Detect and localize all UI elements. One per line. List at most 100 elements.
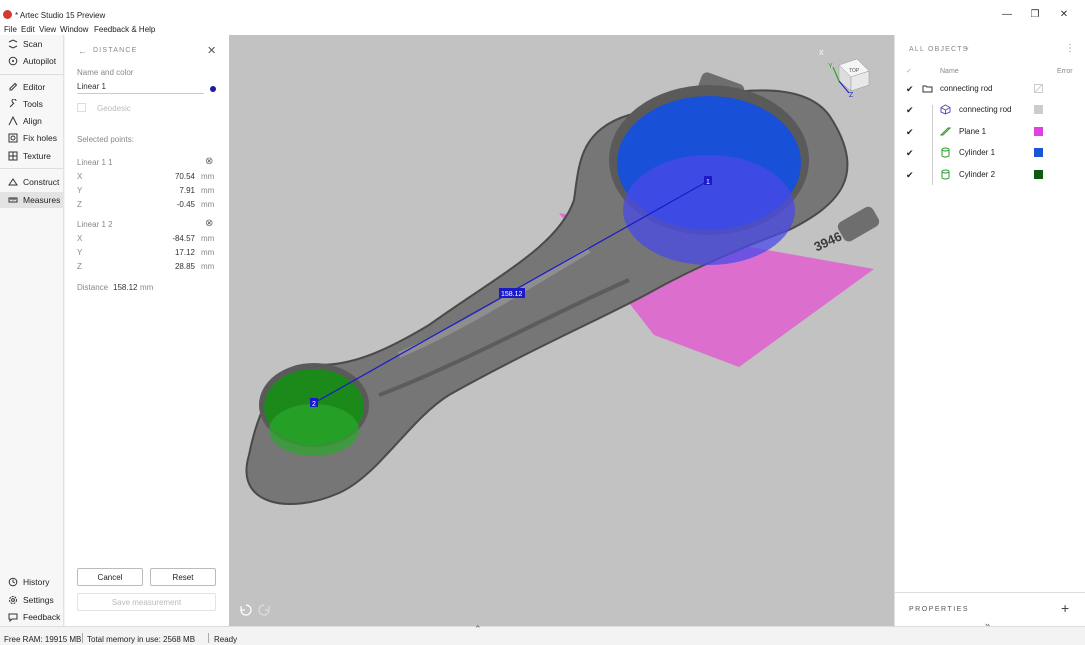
point-z-value: 28.85 [174,262,195,271]
all-objects-header[interactable]: ALL OBJECTS [909,46,969,53]
menu-edit[interactable]: Edit [21,25,35,34]
close-panel-icon[interactable]: ✕ [207,44,216,57]
cylinder-icon [941,147,950,158]
name-color-label: Name and color [77,68,134,77]
sidebar-divider [0,168,64,169]
y-axis-line [832,66,840,82]
selected-points-label: Selected points: [77,135,134,144]
back-arrow-icon[interactable]: ← [78,46,87,56]
sidebar-item-feedback[interactable]: Feedback [0,609,64,625]
chevron-down-icon[interactable]: ▾ [965,45,969,53]
visibility-check-icon[interactable]: ✔ [906,127,914,138]
part-number-text: 3946 [812,229,845,255]
undo-view-icon[interactable] [240,604,252,616]
more-options-icon[interactable]: ⋮ [1065,43,1075,54]
title-bar: * Artec Studio 15 Preview — ❐ ✕ [0,0,1085,24]
color-swatch[interactable] [1034,105,1043,114]
distance-panel: ← DISTANCE ✕ Name and color Linear 1 Geo… [65,35,229,626]
remove-point-icon[interactable]: ⊗ [205,218,213,229]
sidebar-item-construct[interactable]: Construct [0,174,64,190]
sidebar-item-autopilot[interactable]: Autopilot [0,53,64,69]
menu-view[interactable]: View [39,25,56,34]
redo-view-icon[interactable] [258,604,270,616]
sidebar-item-align[interactable]: Align [0,113,64,129]
view-cube[interactable]: TOP Y Z X [819,50,870,99]
sidebar-item-label: Measures [23,195,61,205]
sidebar-item-editor[interactable]: Editor [0,79,64,95]
cancel-button[interactable]: Cancel [77,568,143,586]
axis-label: Y [77,248,83,257]
scene-canvas: 3946 1 2 158.12 TOP Y Z X [240,50,880,616]
empty-color-swatch[interactable] [1034,84,1043,93]
sidebar-item-scan[interactable]: Scan [0,36,64,52]
reset-button[interactable]: Reset [150,568,216,586]
folder-icon [922,85,933,93]
point-y-value: 7.91 [179,186,195,195]
error-column-header: Error [1057,68,1073,75]
unit-label: mm [201,200,215,209]
panel-header: DISTANCE [93,47,138,54]
visibility-check-icon[interactable]: ✔ [906,105,914,116]
chevron-up-icon[interactable]: ⌃ [474,624,482,635]
tree-item-cylinder-1[interactable]: ✔ Cylinder 1 [895,143,1085,163]
name-field[interactable]: Linear 1 [77,80,204,94]
save-measurement-button[interactable]: Save measurement [77,593,216,611]
minimize-button[interactable]: — [998,9,1016,21]
sidebar-item-history[interactable]: History [0,574,64,590]
point-title: Linear 1 2 [77,220,113,229]
sidebar-item-label: Feedback [23,612,61,622]
sidebar-item-label: Construct [23,177,60,187]
restore-button[interactable]: ❐ [1026,9,1044,21]
unit-label: mm [201,262,215,271]
point-x-value: -84.57 [172,234,195,243]
sidebar-item-label: Settings [23,595,54,605]
sidebar-item-tools[interactable]: Tools [0,96,64,112]
objects-panel: ALL OBJECTS ▾ ⋮ ✓ Name Error ✔ connectin… [894,35,1085,630]
cylinder-1-face[interactable] [623,155,795,265]
sidebar-item-settings[interactable]: Settings [0,592,64,608]
model-icon [940,104,951,115]
menu-feedback-help[interactable]: Feedback & Help [94,25,155,34]
3d-viewport[interactable]: 3946 1 2 158.12 TOP Y Z X [229,35,894,626]
point-1-label: 1 [706,179,710,186]
menu-file[interactable]: File [4,25,17,34]
tree-item-connecting-rod-model[interactable]: ✔ connecting rod [895,100,1085,120]
check-all-icon[interactable]: ✓ [906,67,912,75]
distance-tag: 158.12 [501,291,523,298]
visibility-check-icon[interactable]: ✔ [906,170,914,181]
tree-item-connecting-rod-group[interactable]: ✔ connecting rod [895,79,1085,99]
tree-item-cylinder-2[interactable]: ✔ Cylinder 2 [895,165,1085,185]
menu-window[interactable]: Window [60,25,88,34]
view-cube-face-label: TOP [849,68,860,74]
remove-point-icon[interactable]: ⊗ [205,156,213,167]
axis-label: Z [77,200,82,209]
unit-label: mm [201,172,215,181]
name-column-header: Name [940,68,959,75]
close-window-button[interactable]: ✕ [1055,9,1073,21]
cylinder-2-face[interactable] [269,404,359,456]
point-z-value: -0.45 [176,200,195,209]
properties-header[interactable]: PROPERTIES [909,606,969,613]
sidebar-item-label: History [23,577,50,587]
artec-studio-window: * Artec Studio 15 Preview — ❐ ✕ File Edi… [0,0,1085,645]
fix-holes-icon [8,133,18,143]
geodesic-checkbox[interactable] [77,103,86,112]
color-swatch[interactable] [1034,170,1043,179]
color-picker-swatch[interactable] [210,86,216,92]
feedback-icon [8,613,18,622]
pencil-icon [9,82,18,91]
tree-item-plane-1[interactable]: ✔ Plane 1 [895,122,1085,142]
ruler-icon [8,197,18,203]
free-ram-status: Free RAM: 19915 MB [4,635,82,644]
color-swatch[interactable] [1034,148,1043,157]
add-object-button[interactable]: + [1061,600,1069,616]
color-swatch[interactable] [1034,127,1043,136]
sidebar-item-label: Align [23,116,42,126]
sidebar-item-fix-holes[interactable]: Fix holes [0,130,64,146]
visibility-check-icon[interactable]: ✔ [906,148,914,159]
autopilot-icon [8,56,18,66]
visibility-check-icon[interactable]: ✔ [906,84,914,95]
sidebar-item-texture[interactable]: Texture [0,148,64,164]
sidebar-item-measures[interactable]: Measures [0,192,64,208]
wrench-icon [9,99,17,108]
